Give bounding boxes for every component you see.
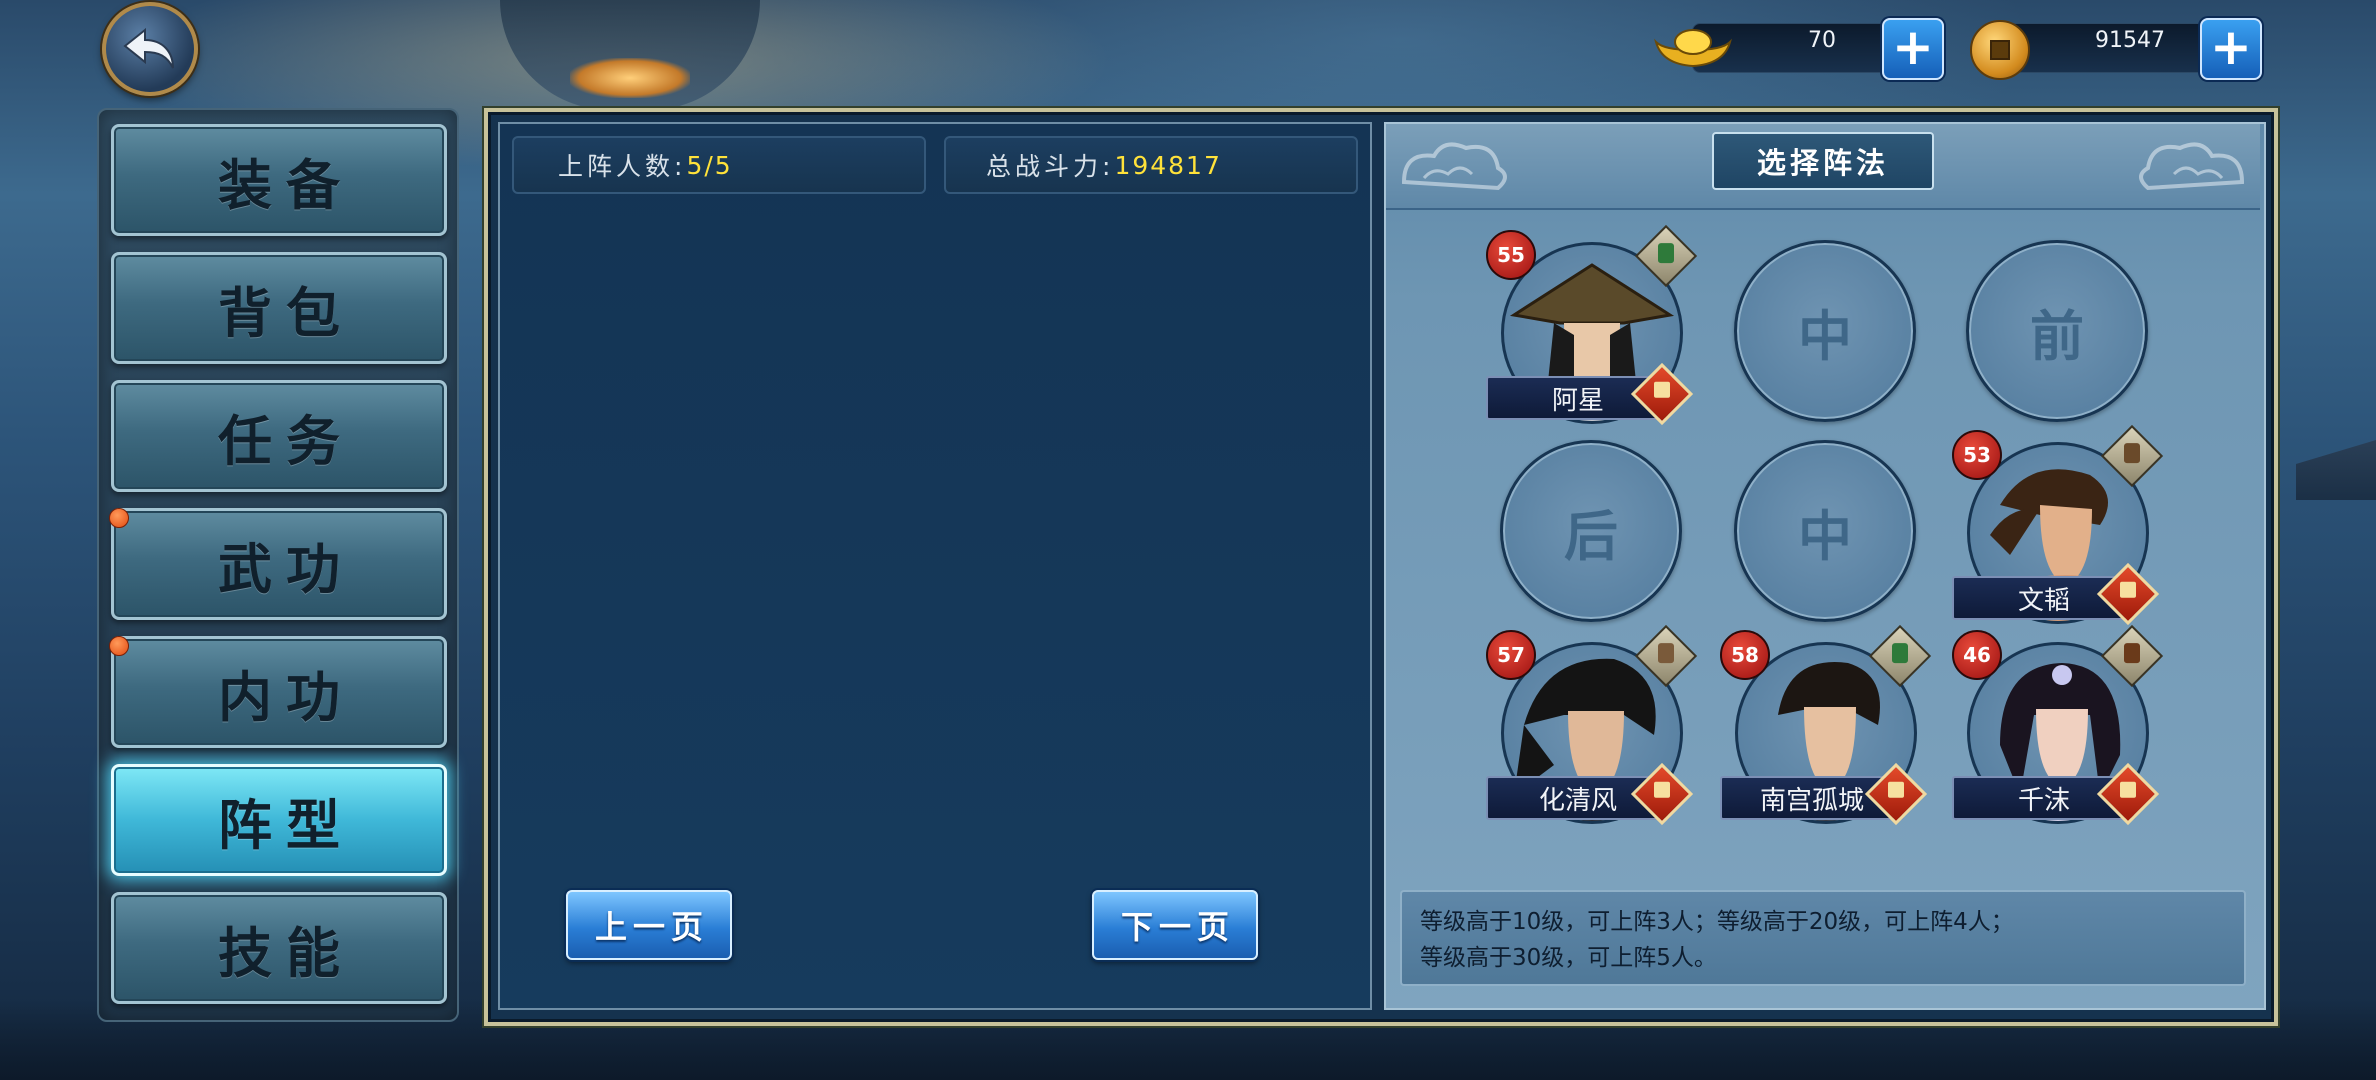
hero-slot-qian-mo[interactable]: 46 千沫 (1952, 624, 2164, 830)
menu-item-skills[interactable]: 技能 (111, 892, 447, 1004)
currency-bar: 70 + 91547 + (1652, 18, 2264, 80)
background-roof (2296, 440, 2376, 500)
empty-slot-front[interactable]: 前 (1966, 240, 2148, 422)
plus-icon: + (2210, 18, 2252, 76)
hero-level-badge: 53 (1952, 430, 2002, 480)
cloud-ornament-icon (1401, 142, 1507, 191)
plus-icon: + (1892, 18, 1934, 76)
add-copper-coin-button[interactable]: + (2200, 18, 2262, 80)
formation-grid-panel: 选择阵法 55 阿星 中 前 后 中 53 文韬 57 化清风 58 南宫孤城 … (1384, 122, 2266, 1010)
menu-item-martial-arts[interactable]: 武功 (111, 508, 447, 620)
notification-dot (109, 636, 129, 656)
side-menu: 装备 背包 任务 武功 内功 阵型 技能 (97, 108, 459, 1022)
formation-header: 选择阵法 (1386, 124, 2260, 210)
total-power-label: 总战斗力: (986, 152, 1115, 181)
deployed-count-box: 上阵人数: 5/5 (512, 136, 926, 194)
menu-item-backpack[interactable]: 背包 (111, 252, 447, 364)
hero-slot-a-xing[interactable]: 55 阿星 (1486, 224, 1698, 430)
hero-level-badge: 58 (1720, 630, 1770, 680)
back-button[interactable] (102, 2, 198, 96)
hero-level-badge: 46 (1952, 630, 2002, 680)
hero-slot-hua-qingfeng[interactable]: 57 化清风 (1486, 624, 1698, 830)
hero-slot-wen-tao[interactable]: 53 文韬 (1952, 424, 2164, 630)
next-page-button[interactable]: 下一页 (1092, 890, 1258, 960)
total-power-box: 总战斗力: 194817 (944, 136, 1358, 194)
hero-level-badge: 57 (1486, 630, 1536, 680)
empty-slot-middle[interactable]: 中 (1734, 440, 1916, 622)
prev-page-button[interactable]: 上一页 (566, 890, 732, 960)
total-power-value: 194817 (1114, 150, 1222, 180)
menu-item-quests[interactable]: 任务 (111, 380, 447, 492)
hero-roster-panel: 上阵人数: 5/5 总战斗力: 194817 上一页 下一页 (498, 122, 1372, 1010)
gold-ingot-amount: 70 (1808, 28, 1836, 53)
formation-rules-text: 等级高于10级，可上阵3人；等级高于20级，可上阵4人； 等级高于30级，可上阵… (1400, 890, 2246, 986)
empty-slot-back[interactable]: 后 (1500, 440, 1682, 622)
cloud-ornament-icon (2139, 142, 2245, 191)
menu-item-equipment[interactable]: 装备 (111, 124, 447, 236)
gold-ingot-counter: 70 + (1652, 18, 1952, 80)
hero-level-badge: 55 (1486, 230, 1536, 280)
deployed-count-label: 上阵人数: (558, 152, 687, 181)
background-lantern-glow (570, 58, 690, 98)
back-arrow-icon (123, 27, 174, 69)
gold-ingot-icon (1654, 29, 1732, 68)
menu-item-formation[interactable]: 阵型 (111, 764, 447, 876)
hero-slot-nangong-gucheng[interactable]: 58 南宫孤城 (1720, 624, 1932, 830)
formation-rule-line: 等级高于10级，可上阵3人；等级高于20级，可上阵4人； (1420, 909, 2014, 935)
deployed-count-value: 5/5 (686, 150, 733, 180)
menu-item-inner-power[interactable]: 内功 (111, 636, 447, 748)
copper-coin-counter: 91547 + (1970, 18, 2270, 80)
copper-coin-amount: 91547 (2095, 28, 2165, 53)
copper-coin-icon (1970, 20, 2030, 80)
select-formation-button[interactable]: 选择阵法 (1712, 132, 1934, 190)
notification-dot (109, 508, 129, 528)
empty-slot-middle[interactable]: 中 (1734, 240, 1916, 422)
formation-window: 上阵人数: 5/5 总战斗力: 194817 上一页 下一页 选择阵法 55 阿… (484, 108, 2278, 1026)
add-gold-ingot-button[interactable]: + (1882, 18, 1944, 80)
formation-rule-line: 等级高于30级，可上阵5人。 (1420, 945, 1717, 971)
